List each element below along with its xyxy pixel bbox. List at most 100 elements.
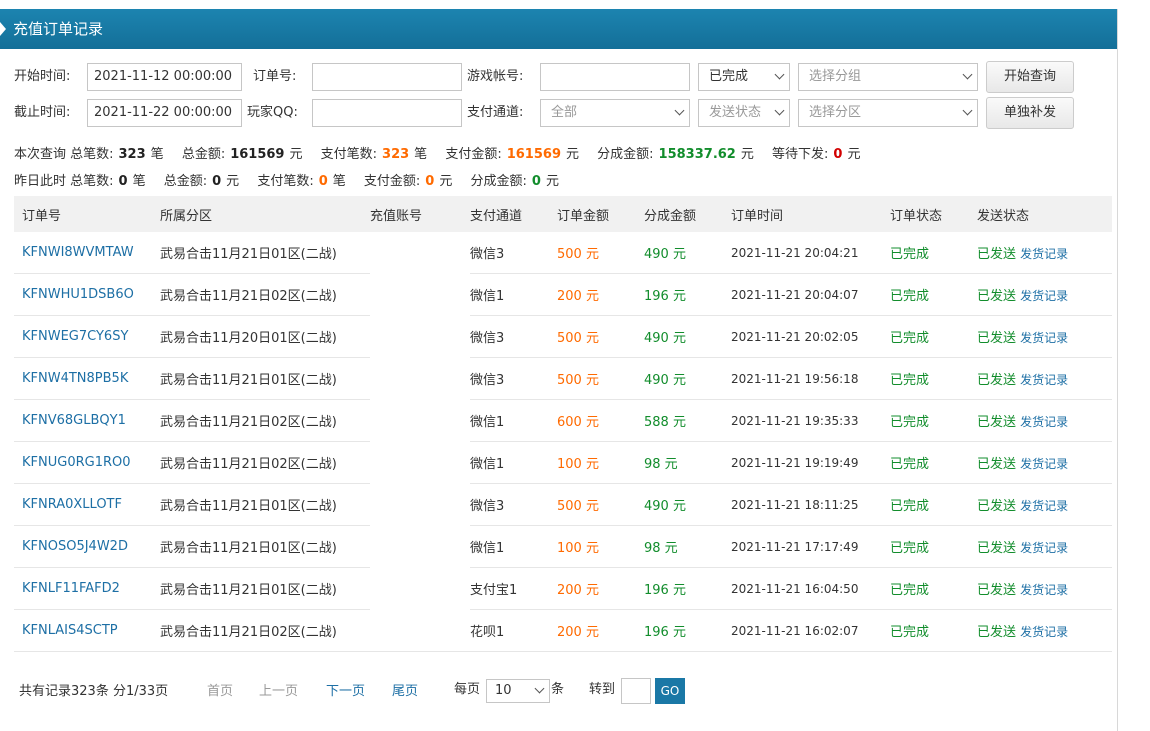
time-cell: 2021-11-21 18:11:25	[731, 483, 890, 526]
sent-status: 已发送	[977, 289, 1017, 304]
send-record-link[interactable]: 发货记录	[1020, 331, 1068, 345]
channel-cell: 微信1	[470, 399, 557, 442]
column-header-time: 订单时间	[731, 196, 890, 232]
sent-status: 已发送	[977, 415, 1017, 430]
pager-prev[interactable]: 上一页	[259, 684, 298, 700]
order-status-select[interactable]: 已完成	[698, 63, 790, 91]
stat-share-amount: 158337.62	[658, 147, 736, 162]
stat-unit: 笔	[150, 147, 164, 162]
go-button[interactable]: GO	[655, 678, 685, 704]
amount-cell: 500 元	[557, 357, 644, 400]
table-row: KFNUG0RG1RO0 武易合击11月21日02区(二战) 微信1 100 元 98 …	[14, 441, 1112, 484]
order-number-link[interactable]: KFNRA0XLLOTF	[14, 483, 160, 526]
time-cell: 2021-11-21 19:19:49	[731, 441, 890, 484]
zone-select[interactable]: 选择分区	[798, 99, 978, 127]
send-status-select[interactable]: 发送状态	[698, 99, 790, 127]
stat-label: 等待下发:	[772, 147, 829, 162]
channel-cell: 微信1	[470, 525, 557, 568]
share-cell: 490 元	[644, 483, 731, 526]
send-record-link[interactable]: 发货记录	[1020, 457, 1068, 471]
zone-cell: 武易合击11月21日02区(二战)	[160, 441, 370, 484]
time-cell: 2021-11-21 16:04:50	[731, 567, 890, 610]
pager-next[interactable]: 下一页	[326, 684, 365, 700]
zone-cell: 武易合击11月21日01区(二战)	[160, 357, 370, 400]
order-number-link[interactable]: KFNV68GLBQY1	[14, 399, 160, 442]
stat-total-amount: 0	[212, 174, 222, 189]
stat-unit: 元	[847, 147, 861, 162]
send-record-link[interactable]: 发货记录	[1020, 583, 1068, 597]
stat-label: 支付笔数:	[257, 174, 314, 189]
send-record-link[interactable]: 发货记录	[1020, 625, 1068, 639]
order-number-link[interactable]: KFNWHU1DSB6O	[14, 273, 160, 316]
panel-header: 充值订单记录	[0, 9, 1117, 49]
time-cell: 2021-11-21 20:04:21	[731, 232, 890, 274]
chevron-down-icon	[674, 105, 685, 116]
goto-page-input[interactable]	[621, 678, 651, 704]
table-row: KFNOSO5J4W2D 武易合击11月21日01区(二战) 微信1 100 元 98 …	[14, 525, 1112, 568]
channel-cell: 微信3	[470, 483, 557, 526]
chevron-down-icon	[774, 69, 785, 80]
start-time-input[interactable]: 2021-11-12 00:00:00	[87, 63, 242, 91]
player-qq-input[interactable]	[312, 99, 462, 127]
column-header-share: 分成金额	[644, 196, 731, 232]
channel-cell: 微信1	[470, 273, 557, 316]
share-cell: 196 元	[644, 273, 731, 316]
resend-button[interactable]: 单独补发	[986, 97, 1074, 129]
share-cell: 196 元	[644, 609, 731, 652]
order-number-link[interactable]: KFNWEG7CY6SY	[14, 315, 160, 358]
zone-cell: 武易合击11月21日01区(二战)	[160, 525, 370, 568]
send-record-link[interactable]: 发货记录	[1020, 373, 1068, 387]
send-record-link[interactable]: 发货记录	[1020, 499, 1068, 513]
per-page-select[interactable]: 10	[486, 679, 550, 703]
order-number-link[interactable]: KFNWI8WVMTAW	[14, 232, 160, 274]
column-header-send-status: 发送状态	[977, 196, 1112, 232]
share-cell: 98 元	[644, 525, 731, 568]
amount-cell: 100 元	[557, 525, 644, 568]
start-time-label: 开始时间:	[14, 69, 71, 84]
query-button[interactable]: 开始查询	[986, 61, 1074, 93]
channel-cell: 支付宝1	[470, 567, 557, 610]
amount-cell: 500 元	[557, 483, 644, 526]
sent-status: 已发送	[977, 583, 1017, 598]
send-status-cell: 已发送 发货记录	[977, 232, 1112, 274]
stat-total-amount: 161569	[230, 147, 285, 162]
zone-cell: 武易合击11月21日02区(二战)	[160, 273, 370, 316]
time-cell: 2021-11-21 20:04:07	[731, 273, 890, 316]
zone-cell: 武易合击11月21日01区(二战)	[160, 567, 370, 610]
stat-label: 分成金额:	[470, 174, 527, 189]
send-status-cell: 已发送 发货记录	[977, 315, 1112, 358]
order-number-link[interactable]: KFNLAIS4SCTP	[14, 609, 160, 652]
stat-unit: 笔	[414, 147, 428, 162]
stat-unit: 元	[545, 174, 559, 189]
channel-cell: 微信1	[470, 441, 557, 484]
pager-last[interactable]: 尾页	[392, 684, 418, 700]
share-cell: 490 元	[644, 315, 731, 358]
table-row: KFNW4TN8PB5K 武易合击11月21日01区(二战) 微信3 500 元 490…	[14, 357, 1112, 400]
column-header-amount: 订单金额	[557, 196, 644, 232]
order-number-link[interactable]: KFNUG0RG1RO0	[14, 441, 160, 484]
group-select[interactable]: 选择分组	[798, 63, 978, 91]
header-arrow-icon	[0, 22, 6, 36]
order-number-link[interactable]: KFNOSO5J4W2D	[14, 525, 160, 568]
column-header-zone: 所属分区	[160, 196, 370, 232]
status-cell: 已完成	[890, 399, 977, 442]
current-stats: 本次查询 总笔数: 323 笔 总金额: 161569 元 支付笔数: 323 笔 支付金额…	[14, 147, 860, 163]
zone-select-value: 选择分区	[809, 105, 862, 120]
table-header-row: 订单号 所属分区 充值账号 支付通道 订单金额 分成金额 订单时间 订单状态 发…	[14, 196, 1112, 232]
send-record-link[interactable]: 发货记录	[1020, 289, 1068, 303]
send-record-link[interactable]: 发货记录	[1020, 247, 1068, 261]
chevron-down-icon	[534, 683, 545, 694]
stat-label: 本次查询 总笔数:	[14, 147, 114, 162]
send-record-link[interactable]: 发货记录	[1020, 541, 1068, 555]
account-cell	[370, 232, 470, 274]
zone-cell: 武易合击11月21日02区(二战)	[160, 609, 370, 652]
game-account-input[interactable]	[540, 63, 690, 91]
send-record-link[interactable]: 发货记录	[1020, 415, 1068, 429]
pager-first[interactable]: 首页	[207, 684, 233, 700]
end-time-input[interactable]: 2021-11-22 00:00:00	[87, 99, 242, 127]
payment-channel-select[interactable]: 全部	[540, 99, 690, 127]
order-number-link[interactable]: KFNLF11FAFD2	[14, 567, 160, 610]
status-cell: 已完成	[890, 273, 977, 316]
order-number-input[interactable]	[312, 63, 462, 91]
order-number-link[interactable]: KFNW4TN8PB5K	[14, 357, 160, 400]
